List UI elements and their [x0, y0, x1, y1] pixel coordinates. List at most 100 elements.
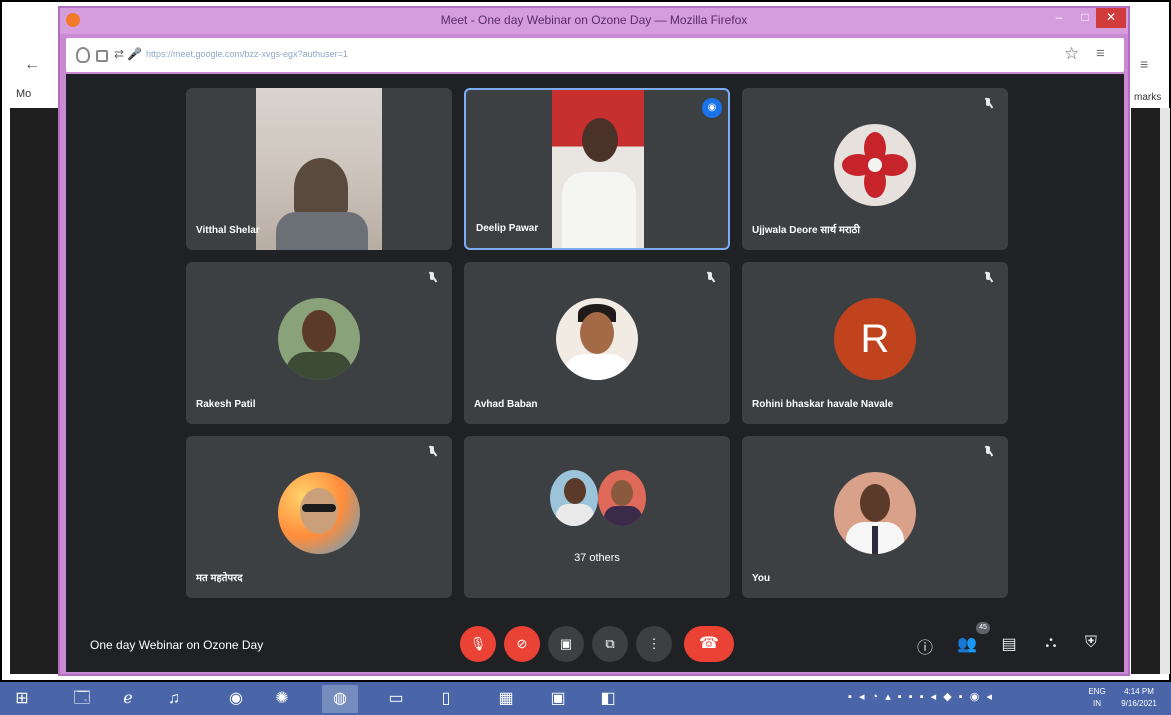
end-call-button[interactable]: ☎ [684, 626, 734, 662]
mic-muted-icon [984, 98, 992, 110]
person-body [556, 504, 594, 526]
people-icon: 👥 [957, 636, 977, 653]
more-options-button[interactable]: ⋮ [636, 626, 672, 662]
mic-off-button[interactable]: 🎙 [460, 626, 496, 662]
windows-taskbar: ⊞ 🗔 ℯ ♫ ◉ ✺ ◍ ▭ ▯ ▦ ▣ ◧ ▪ ◂ ◔ ▴ ▪ ▪ ▪ ◂ … [0, 682, 1171, 715]
minimize-button[interactable]: – [1046, 8, 1072, 28]
clock-time: 4:14 PM [1124, 687, 1154, 696]
participant-avatar [278, 472, 360, 554]
speaking-indicator-icon: ◉ [702, 98, 722, 118]
participant-name: Deelip Pawar [476, 223, 539, 234]
captions-icon: ▣ [559, 636, 573, 651]
person-body [604, 506, 642, 526]
start-button[interactable]: ⊞ [4, 685, 40, 713]
flower-center [868, 158, 882, 172]
person-silhouette [294, 158, 348, 218]
participant-tile[interactable]: R Rohini bhaskar havale Navale [742, 262, 1008, 424]
system-tray-icons[interactable]: ▪ ◂ ◔ ▴ ▪ ▪ ▪ ◂ ◆ ▪ ◉ ◂ [848, 690, 994, 703]
maximize-button[interactable]: □ [1072, 8, 1098, 28]
present-button[interactable]: ⧉ [592, 626, 628, 662]
participant-name: Rakesh Patil [196, 399, 256, 410]
firefox-icon[interactable]: ◍ [322, 685, 358, 713]
person-body [286, 352, 352, 380]
participant-tile[interactable]: Avhad Baban [464, 262, 730, 424]
person-head [582, 118, 618, 162]
language-indicator[interactable]: ENG IN [1086, 686, 1108, 710]
firefox-popup-window: Meet - One day Webinar on Ozone Day — Mo… [58, 6, 1130, 676]
mic-off-icon: 🎙 [469, 636, 487, 651]
participant-tile[interactable]: Vitthal Shelar [186, 88, 452, 250]
powerpoint-icon[interactable]: ▣ [540, 685, 576, 713]
bookmark-star-icon[interactable]: ☆ [1064, 44, 1079, 64]
office-icon[interactable]: ◧ [590, 685, 626, 713]
window-title: Meet - One day Webinar on Ozone Day — Mo… [440, 13, 748, 27]
activities-button[interactable]: ⛬ [1040, 634, 1062, 652]
participant-tile[interactable]: Rakesh Patil [186, 262, 452, 424]
more-vert-icon: ⋮ [647, 636, 661, 651]
lock-icon[interactable] [96, 50, 108, 62]
camera-off-icon: ⊘ [516, 636, 528, 651]
url-bar[interactable]: ⇄ 🎤 https://meet.google.com/bzz-xvgs-egx… [66, 38, 1124, 72]
meeting-details-button[interactable]: ⓘ [914, 634, 936, 658]
hamburger-menu-icon[interactable]: ≡ [1140, 56, 1148, 72]
person-head [611, 480, 633, 506]
participant-avatar [556, 298, 638, 380]
background-page-left [10, 108, 58, 674]
title-bar[interactable]: Meet - One day Webinar on Ozone Day — Mo… [60, 8, 1128, 34]
person-body [564, 354, 630, 380]
background-scrollbar[interactable] [1160, 108, 1170, 674]
mic-muted-icon [706, 272, 714, 284]
meeting-title[interactable]: One day Webinar on Ozone Day [90, 638, 263, 652]
url-text[interactable]: https://meet.google.com/bzz-xvgs-egx?aut… [146, 49, 348, 59]
participant-tile[interactable]: मत महतेपरद [186, 436, 452, 598]
camera-off-button[interactable]: ⊘ [504, 626, 540, 662]
file-explorer-icon[interactable]: ▦ [488, 685, 524, 713]
background-tab-label: Mo [16, 88, 32, 100]
explorer-icon[interactable]: 🗔 [64, 685, 100, 713]
person-head [302, 310, 336, 352]
notepad-icon[interactable]: ▯ [428, 685, 464, 713]
others-tile[interactable]: 37 others [464, 436, 730, 598]
participant-tile-active-speaker[interactable]: ◉ Deelip Pawar [464, 88, 730, 250]
participant-name: You [752, 573, 771, 584]
chrome-icon[interactable]: ◉ [218, 685, 254, 713]
people-button[interactable]: 👥 [956, 634, 978, 654]
captions-button[interactable]: ▣ [548, 626, 584, 662]
person-head [564, 478, 586, 504]
chat-icon: ▤ [1001, 636, 1017, 653]
close-button[interactable]: ✕ [1096, 8, 1126, 28]
participant-avatar [834, 472, 916, 554]
page-menu-icon[interactable]: ≡ [1096, 45, 1105, 62]
participant-name: मत महतेपरद [196, 573, 243, 584]
background-bookmarks-label: marks [1134, 92, 1162, 103]
clock-date: 9/16/2021 [1121, 699, 1157, 708]
firefox-old-icon[interactable]: ✺ [264, 685, 300, 713]
others-count-label: 37 others [574, 552, 620, 564]
participant-name: Rohini bhaskar havale Navale [752, 399, 894, 410]
permissions-icon[interactable]: ⇄ 🎤 [114, 47, 142, 61]
language-bottom: IN [1093, 699, 1101, 708]
participant-name: Vitthal Shelar [196, 225, 260, 236]
present-icon: ⧉ [605, 636, 615, 651]
mic-muted-icon [428, 272, 436, 284]
chat-button[interactable]: ▤ [998, 634, 1020, 654]
tracking-shield-icon[interactable] [76, 47, 90, 63]
back-arrow-icon[interactable]: ← [24, 56, 40, 74]
person-body [276, 212, 368, 250]
internet-explorer-icon[interactable]: ℯ [110, 685, 146, 713]
participant-tile-self[interactable]: You [742, 436, 1008, 598]
participant-video [256, 88, 382, 250]
person-head [860, 484, 890, 522]
media-player-icon[interactable]: ♫ [156, 685, 192, 713]
phone-hangup-icon: ☎ [699, 635, 719, 652]
participant-tile[interactable]: Ujjwala Deore सार्थ मराठी [742, 88, 1008, 250]
zoom-icon[interactable]: ▭ [378, 685, 414, 713]
activities-icon: ⛬ [1045, 634, 1057, 651]
info-icon: ⓘ [916, 640, 933, 657]
others-avatar [550, 470, 598, 526]
participant-avatar [834, 124, 916, 206]
host-controls-button[interactable]: ⛨ [1080, 634, 1102, 652]
taskbar-clock[interactable]: 4:14 PM 9/16/2021 [1114, 686, 1164, 710]
sunglasses [302, 504, 336, 512]
language-top: ENG [1088, 687, 1106, 696]
